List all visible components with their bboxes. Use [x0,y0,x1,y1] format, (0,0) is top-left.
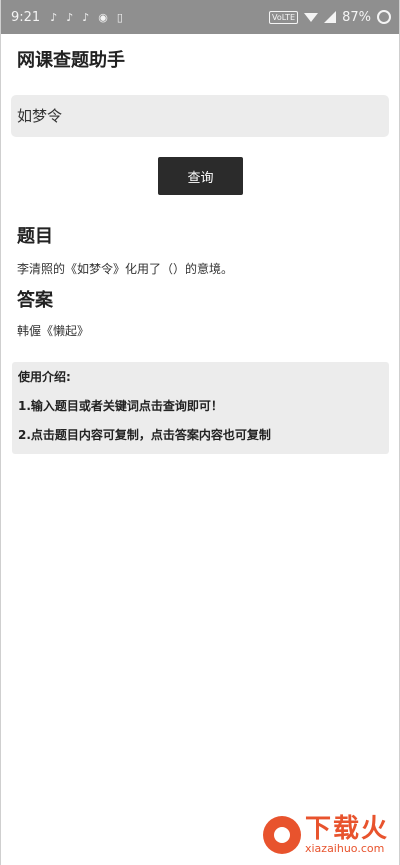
intro-title: 使用介绍: [18,370,71,384]
search-input[interactable] [11,95,389,137]
phone-screen: 9:21 ♪ ♪ ♪ ◉ ▯ VoLTE 87% 网课查题助手 查询 题目 李清… [0,0,400,865]
tiktok-icon: ♪ [66,10,74,24]
sim-icon: ▯ [116,10,123,24]
notification-icons: ♪ ♪ ♪ ◉ ▯ [50,11,123,24]
signal-icon [324,11,337,23]
intro-line-2: 2.点击题目内容可复制，点击答案内容也可复制 [18,428,271,442]
volte-badge: VoLTE [269,10,299,24]
record-icon: ◉ [98,10,108,24]
status-time: 9:21 [11,9,41,25]
status-right: VoLTE 87% [269,10,391,25]
answer-heading: 答案 [17,290,53,311]
flame-logo-icon [262,816,301,854]
watermark-name: 下载火 [304,814,389,844]
watermark-text: 下载火 xiazaihuo.com [305,815,389,855]
watermark-url: xiazaihuo.com [304,842,385,855]
answer-text[interactable]: 韩偓《懒起》 [17,322,89,339]
page-title: 网课查题助手 [17,50,125,71]
wifi-icon [304,12,319,22]
query-button[interactable]: 查询 [158,157,243,195]
question-heading: 题目 [17,226,53,247]
battery-percent: 87% [342,9,371,25]
watermark: 下载火 xiazaihuo.com [262,815,389,855]
intro-line-1: 1.输入题目或者关键词点击查询即可！ [18,399,223,413]
intro-card: 使用介绍: 1.输入题目或者关键词点击查询即可！ 2.点击题目内容可复制，点击答… [12,362,389,454]
status-bar: 9:21 ♪ ♪ ♪ ◉ ▯ VoLTE 87% [1,0,399,34]
question-text[interactable]: 李清照的《如梦令》化用了（）的意境。 [17,260,233,277]
tiktok-icon: ♪ [50,10,58,24]
battery-icon [377,10,391,24]
tiktok-icon: ♪ [82,10,90,24]
